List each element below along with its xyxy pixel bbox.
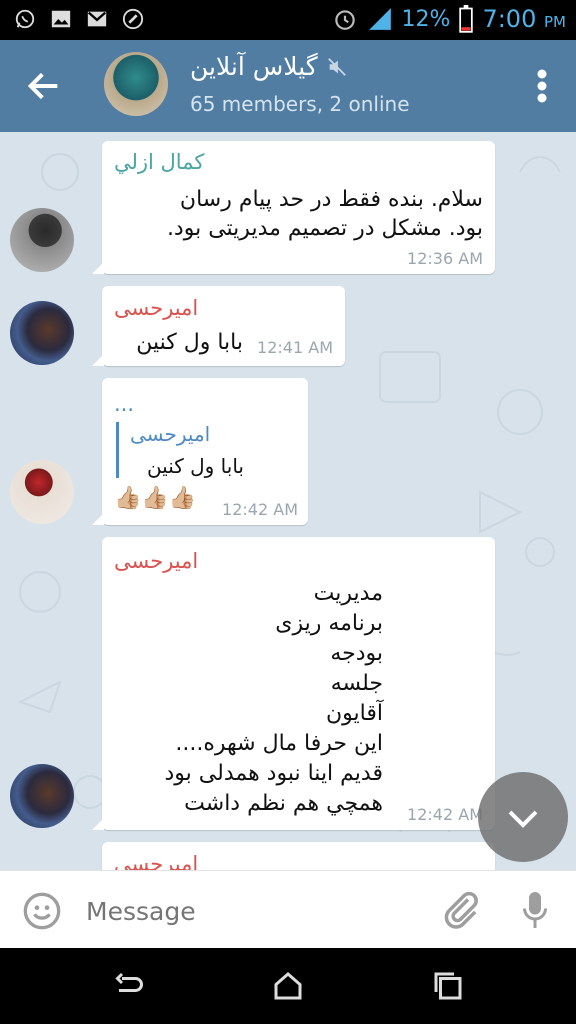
- back-arrow-icon[interactable]: [24, 66, 64, 106]
- message-sender[interactable]: اميرحسى: [114, 852, 198, 870]
- message-sender[interactable]: اميرحسى: [114, 296, 198, 320]
- message-sender[interactable]: ...: [114, 392, 134, 416]
- emoji-message: 👍🏼👍🏼👍🏼: [114, 486, 197, 511]
- avatar[interactable]: [10, 301, 74, 365]
- message-time: 12:42 AM: [407, 805, 483, 824]
- back-icon[interactable]: [108, 968, 148, 1004]
- battery-percentage: 12%: [401, 6, 451, 32]
- more-options-icon[interactable]: [536, 68, 548, 104]
- microphone-icon[interactable]: [518, 889, 552, 931]
- avatar[interactable]: [10, 208, 74, 272]
- gallery-icon: [51, 10, 71, 28]
- message-time: 12:36 AM: [407, 249, 483, 268]
- avatar[interactable]: [10, 460, 74, 524]
- message-text: سلام. بنده فقط در حد پیام رسان بود. مشکل…: [166, 187, 483, 241]
- message-bubble[interactable]: اميرحسى بابا ول کنین 12:41 AM: [92, 286, 345, 366]
- home-icon[interactable]: [268, 968, 308, 1004]
- chat-area[interactable]: كمال ازلي سلام. بنده فقط در حد پیام رسان…: [0, 132, 576, 870]
- attach-icon[interactable]: [440, 889, 482, 931]
- recent-apps-icon[interactable]: [428, 968, 468, 1004]
- message-composer: [0, 870, 576, 949]
- emoji-icon[interactable]: [22, 891, 62, 931]
- message-bubble[interactable]: ... اميرحسى بابا ول کنین 👍🏼👍🏼👍🏼 12:42 AM: [92, 378, 308, 525]
- system-navigation-bar: [0, 948, 576, 1024]
- alarm-icon: [334, 10, 355, 30]
- message-sender[interactable]: كمال ازلي: [114, 150, 204, 174]
- message-time: 12:42 AM: [222, 500, 298, 519]
- phone-icon: [122, 8, 144, 30]
- reply-text: بابا ول کنین: [146, 454, 244, 478]
- message-sender[interactable]: اميرحسى: [114, 549, 198, 573]
- message-text: بابا ول کنین: [136, 330, 243, 355]
- gmail-icon: [87, 11, 107, 27]
- group-members-count: 65 members, 2 online: [190, 92, 410, 116]
- message-time: 12:41 AM: [257, 338, 333, 357]
- clock: 7:00 PM: [482, 5, 566, 33]
- message-input[interactable]: [84, 889, 408, 933]
- message-bubble[interactable]: اميرحسى مدیریت برنامه ریزی بودجه جلسه آق…: [92, 537, 495, 830]
- message-text: مدیریت برنامه ریزی بودجه جلسه آقایون این…: [164, 581, 384, 816]
- mute-icon: [327, 57, 346, 76]
- group-title[interactable]: گیلاس آنلاین: [190, 52, 318, 81]
- status-bar: 12% 7:00 PM: [0, 0, 576, 40]
- reply-quote-bar: [116, 422, 119, 478]
- scroll-to-bottom-button[interactable]: [478, 772, 568, 862]
- message-bubble[interactable]: اميرحسى: [102, 842, 495, 870]
- battery-icon: [459, 5, 474, 33]
- reply-sender[interactable]: اميرحسى: [130, 422, 210, 446]
- group-avatar[interactable]: [104, 52, 168, 116]
- chevron-down-icon: [508, 810, 538, 828]
- message-bubble[interactable]: كمال ازلي سلام. بنده فقط در حد پیام رسان…: [92, 141, 495, 274]
- avatar[interactable]: [10, 764, 74, 828]
- whatsapp-icon: [15, 9, 35, 29]
- chat-header: گیلاس آنلاین 65 members, 2 online: [0, 40, 576, 132]
- signal-icon: [368, 8, 391, 30]
